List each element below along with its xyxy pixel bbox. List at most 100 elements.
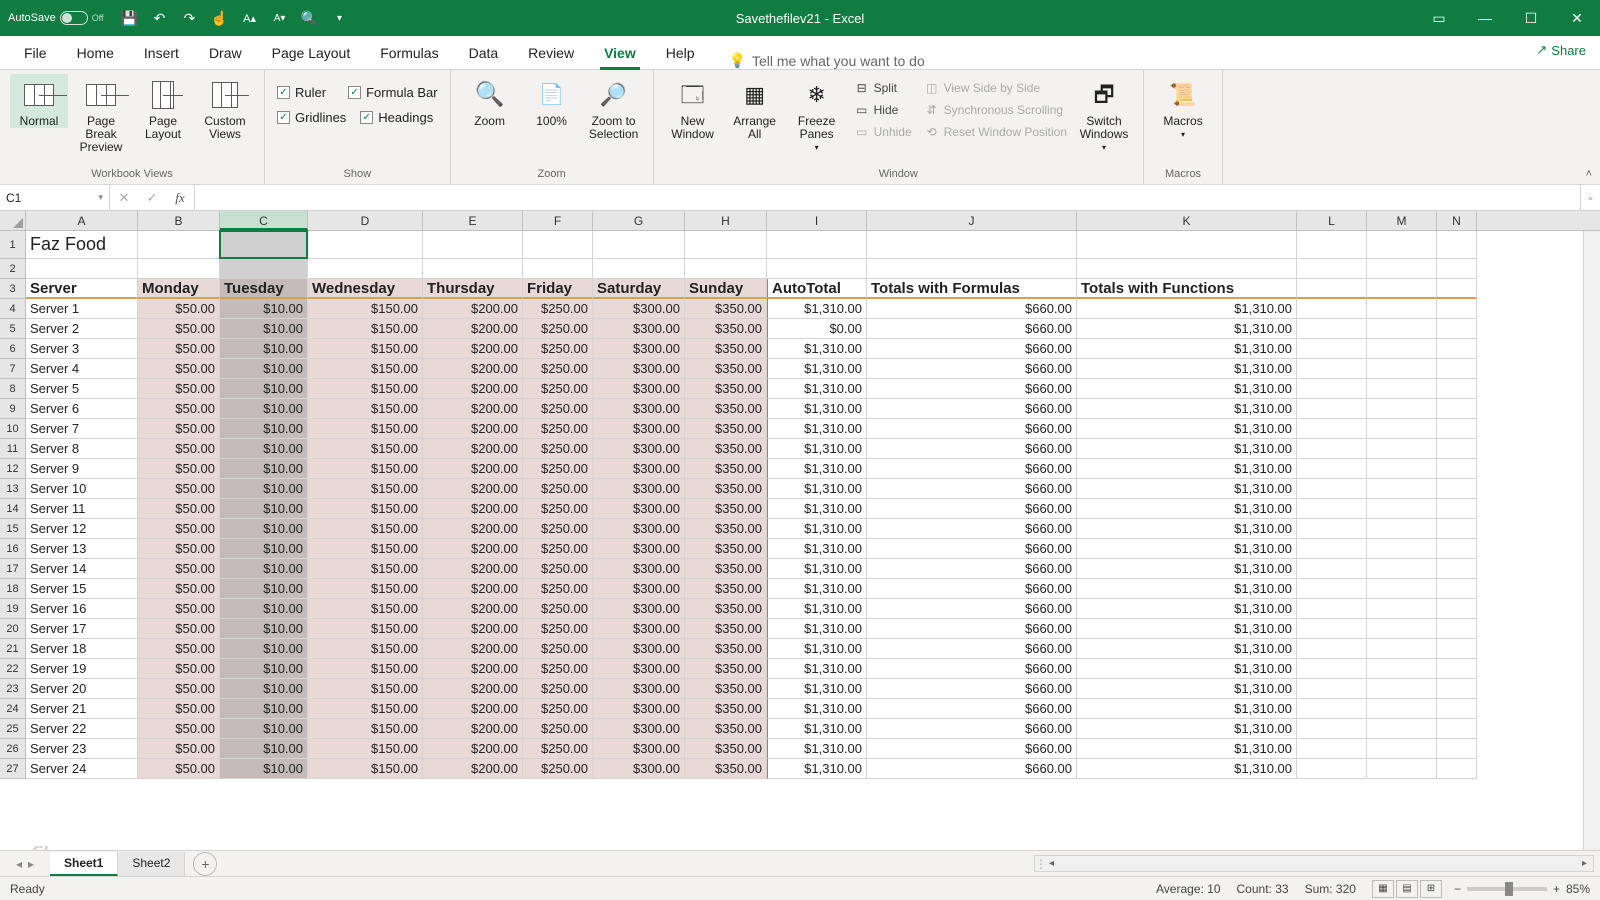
cell[interactable] <box>1437 619 1477 639</box>
column-header-N[interactable]: N <box>1437 211 1477 230</box>
cell[interactable]: $150.00 <box>308 499 423 519</box>
cell[interactable]: $300.00 <box>593 419 685 439</box>
cell[interactable]: $50.00 <box>138 559 220 579</box>
cell[interactable]: $250.00 <box>523 359 593 379</box>
cell[interactable]: $350.00 <box>685 479 767 499</box>
cell[interactable]: $1,310.00 <box>767 359 867 379</box>
cell[interactable]: $1,310.00 <box>1077 679 1297 699</box>
cell[interactable]: $10.00 <box>220 639 308 659</box>
cell[interactable]: $300.00 <box>593 719 685 739</box>
cell[interactable]: $660.00 <box>867 319 1077 339</box>
cell[interactable] <box>220 231 308 259</box>
cell[interactable]: $660.00 <box>867 579 1077 599</box>
cell[interactable]: $660.00 <box>867 299 1077 319</box>
tab-formulas[interactable]: Formulas <box>366 37 452 69</box>
vertical-scrollbar[interactable] <box>1583 231 1600 850</box>
cell[interactable]: $10.00 <box>220 379 308 399</box>
cell[interactable]: $350.00 <box>685 559 767 579</box>
cell[interactable]: $50.00 <box>138 539 220 559</box>
font-decrease-icon[interactable]: A▾ <box>270 8 290 28</box>
cell[interactable]: $300.00 <box>593 519 685 539</box>
cell[interactable]: $200.00 <box>423 599 523 619</box>
cell[interactable]: $250.00 <box>523 559 593 579</box>
cell[interactable] <box>26 259 138 279</box>
cell[interactable] <box>1297 479 1367 499</box>
cell[interactable] <box>1077 231 1297 259</box>
cell[interactable] <box>1437 539 1477 559</box>
cell[interactable]: $660.00 <box>867 599 1077 619</box>
insert-function-icon[interactable]: fx <box>166 190 194 206</box>
cell[interactable]: $350.00 <box>685 739 767 759</box>
cell[interactable]: $300.00 <box>593 599 685 619</box>
cell[interactable] <box>423 231 523 259</box>
ruler-checkbox[interactable]: ✓Ruler <box>275 82 328 103</box>
cell[interactable]: $1,310.00 <box>767 339 867 359</box>
sheet-nav[interactable]: ◂▸ <box>0 857 50 871</box>
cell[interactable]: $1,310.00 <box>767 519 867 539</box>
cell[interactable]: $1,310.00 <box>1077 439 1297 459</box>
cell[interactable]: $200.00 <box>423 539 523 559</box>
cell[interactable]: $250.00 <box>523 759 593 779</box>
cell[interactable]: $50.00 <box>138 679 220 699</box>
row-header[interactable]: 10 <box>0 419 26 439</box>
save-icon[interactable]: 💾 <box>120 8 140 28</box>
cell[interactable] <box>1367 439 1437 459</box>
cell[interactable]: $350.00 <box>685 679 767 699</box>
cell[interactable]: $200.00 <box>423 419 523 439</box>
share-button[interactable]: ↗ Share <box>1536 42 1586 58</box>
cell[interactable]: $10.00 <box>220 439 308 459</box>
formula-bar-checkbox[interactable]: ✓Formula Bar <box>346 82 440 103</box>
cell[interactable]: $200.00 <box>423 699 523 719</box>
cell[interactable]: $150.00 <box>308 559 423 579</box>
cell[interactable]: $1,310.00 <box>1077 479 1297 499</box>
cell[interactable]: $1,310.00 <box>767 379 867 399</box>
cell[interactable]: $660.00 <box>867 539 1077 559</box>
row-header[interactable]: 23 <box>0 679 26 699</box>
cell[interactable]: $200.00 <box>423 379 523 399</box>
cell[interactable] <box>308 231 423 259</box>
cell[interactable]: $1,310.00 <box>1077 339 1297 359</box>
cell[interactable]: Server 19 <box>26 659 138 679</box>
cell[interactable] <box>1297 699 1367 719</box>
column-header-J[interactable]: J <box>867 211 1077 230</box>
cell[interactable]: $1,310.00 <box>767 599 867 619</box>
cell[interactable]: $200.00 <box>423 739 523 759</box>
tab-draw[interactable]: Draw <box>195 37 256 69</box>
cell[interactable] <box>1437 259 1477 279</box>
cell[interactable]: $150.00 <box>308 399 423 419</box>
column-header-B[interactable]: B <box>138 211 220 230</box>
row-header[interactable]: 18 <box>0 579 26 599</box>
cell[interactable] <box>1437 339 1477 359</box>
cell[interactable] <box>1297 379 1367 399</box>
minimize-icon[interactable]: — <box>1462 0 1508 36</box>
cell[interactable]: $660.00 <box>867 679 1077 699</box>
headings-checkbox[interactable]: ✓Headings <box>358 107 435 128</box>
cell[interactable]: $1,310.00 <box>767 419 867 439</box>
zoom-button[interactable]: 🔍Zoom <box>461 74 519 128</box>
cell[interactable] <box>1437 499 1477 519</box>
cell[interactable]: Server 14 <box>26 559 138 579</box>
cell[interactable]: $300.00 <box>593 439 685 459</box>
row-header[interactable]: 13 <box>0 479 26 499</box>
cell[interactable]: $660.00 <box>867 619 1077 639</box>
cell[interactable]: $300.00 <box>593 739 685 759</box>
cell[interactable]: $250.00 <box>523 499 593 519</box>
cell[interactable]: $1,310.00 <box>767 399 867 419</box>
column-header-E[interactable]: E <box>423 211 523 230</box>
cell[interactable]: $50.00 <box>138 519 220 539</box>
tab-review[interactable]: Review <box>514 37 588 69</box>
cell[interactable]: Server 2 <box>26 319 138 339</box>
cell[interactable] <box>523 231 593 259</box>
cell[interactable]: $350.00 <box>685 759 767 779</box>
cell[interactable]: $350.00 <box>685 439 767 459</box>
row-header[interactable]: 21 <box>0 639 26 659</box>
cell[interactable]: $660.00 <box>867 439 1077 459</box>
cell[interactable]: $350.00 <box>685 299 767 319</box>
tab-help[interactable]: Help <box>652 37 709 69</box>
cell[interactable] <box>1437 231 1477 259</box>
cell[interactable]: Faz Food <box>26 231 138 259</box>
cell[interactable] <box>1367 539 1437 559</box>
cell[interactable] <box>1367 379 1437 399</box>
column-header-I[interactable]: I <box>767 211 867 230</box>
cell[interactable]: $150.00 <box>308 599 423 619</box>
